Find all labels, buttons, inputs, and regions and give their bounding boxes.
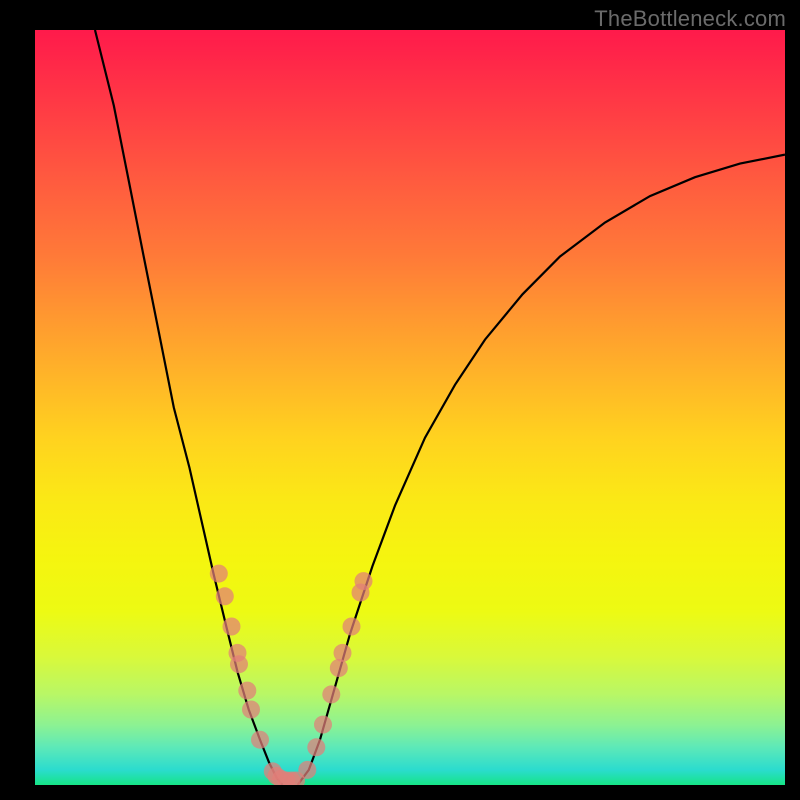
datapoint: [242, 701, 260, 719]
datapoint: [268, 767, 286, 785]
datapoints-group: [210, 565, 373, 785]
datapoint: [298, 761, 316, 779]
datapoint: [277, 772, 295, 786]
chart-overlay: [35, 30, 785, 785]
datapoint: [287, 772, 305, 786]
datapoint: [322, 685, 340, 703]
chart-frame: TheBottleneck.com: [0, 0, 800, 800]
datapoint: [314, 716, 332, 734]
watermark-text: TheBottleneck.com: [594, 6, 786, 32]
datapoint: [334, 644, 352, 662]
datapoint: [210, 565, 228, 583]
datapoint: [223, 618, 241, 636]
datapoint: [251, 731, 269, 749]
datapoint: [229, 644, 247, 662]
bottleneck-curve-right: [298, 155, 786, 785]
datapoint: [230, 655, 248, 673]
bottleneck-curve-left: [95, 30, 283, 785]
datapoint: [272, 770, 290, 785]
plot-area: [35, 30, 785, 785]
datapoint: [355, 572, 373, 590]
datapoint: [283, 772, 301, 786]
datapoint: [330, 659, 348, 677]
datapoint: [307, 738, 325, 756]
datapoint: [352, 584, 370, 602]
datapoint: [216, 587, 234, 605]
datapoint: [343, 618, 361, 636]
datapoint: [264, 762, 282, 780]
datapoint: [238, 682, 256, 700]
